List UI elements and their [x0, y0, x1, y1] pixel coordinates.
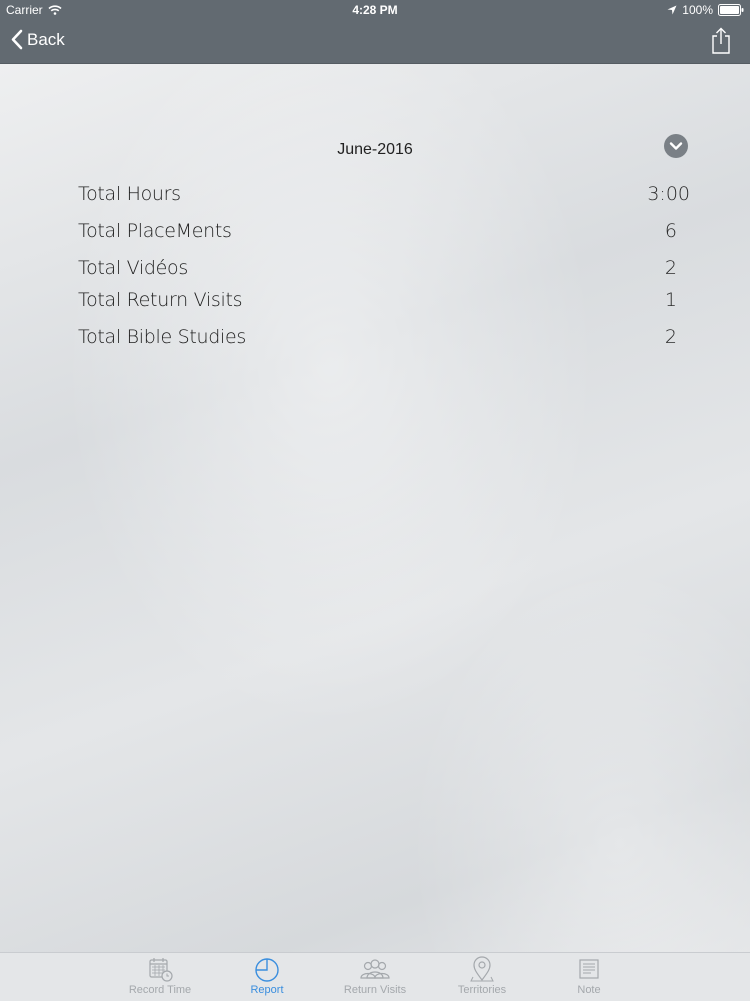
stat-label-total-hours: Total Hours — [78, 183, 181, 205]
report-content: June-2016 Total Hours 3:00 Total PlaceMe… — [0, 64, 750, 952]
month-title: June-2016 — [337, 141, 413, 158]
note-icon — [579, 959, 599, 979]
map-pin-icon — [470, 956, 494, 982]
share-icon — [712, 27, 730, 54]
tab-label: Return Visits — [343, 984, 407, 996]
stat-label-total-placements: Total PlaceMents — [78, 220, 232, 242]
tab-record-time[interactable]: Record Time — [115, 955, 205, 999]
stat-value-total-bible-studies: 2 — [664, 326, 677, 348]
stat-value-total-placements: 6 — [664, 220, 677, 242]
chevron-left-icon — [11, 29, 23, 50]
tab-note[interactable]: Note — [544, 955, 634, 999]
chevron-down-icon — [669, 142, 683, 150]
stat-label-total-bible-studies: Total Bible Studies — [78, 326, 246, 348]
tab-return-visits[interactable]: Return Visits — [330, 955, 420, 999]
share-button[interactable] — [710, 27, 732, 59]
tab-label: Report — [250, 984, 284, 996]
battery-percent: 100% — [682, 3, 713, 17]
status-right: 100% — [667, 3, 744, 17]
stat-value-total-return-visits: 1 — [664, 289, 677, 311]
tab-bar: Record Time Report Return Visits Territo… — [0, 952, 750, 1001]
stat-label-total-return-visits: Total Return Visits — [78, 289, 243, 311]
calendar-clock-icon — [149, 958, 173, 982]
tab-report[interactable]: Report — [222, 955, 312, 999]
status-time: 4:28 PM — [352, 3, 398, 17]
stat-value-total-hours: 3:00 — [647, 183, 690, 205]
navigation-bar: Back — [0, 20, 750, 64]
month-dropdown-button[interactable] — [664, 134, 688, 158]
people-icon — [360, 959, 390, 979]
tab-label: Note — [577, 984, 601, 996]
location-arrow-icon — [667, 5, 677, 15]
pie-chart-icon — [255, 958, 279, 982]
tab-label: Record Time — [128, 984, 192, 996]
battery-icon — [718, 4, 744, 16]
back-label: Back — [27, 29, 65, 49]
tab-territories[interactable]: Territories — [437, 955, 527, 999]
stat-label-total-videos: Total Vidéos — [78, 257, 188, 279]
back-button[interactable]: Back — [10, 29, 65, 50]
stat-value-total-videos: 2 — [664, 257, 677, 279]
status-bar: Carrier 4:28 PM 100% — [0, 0, 750, 20]
tab-label: Territories — [457, 984, 507, 996]
